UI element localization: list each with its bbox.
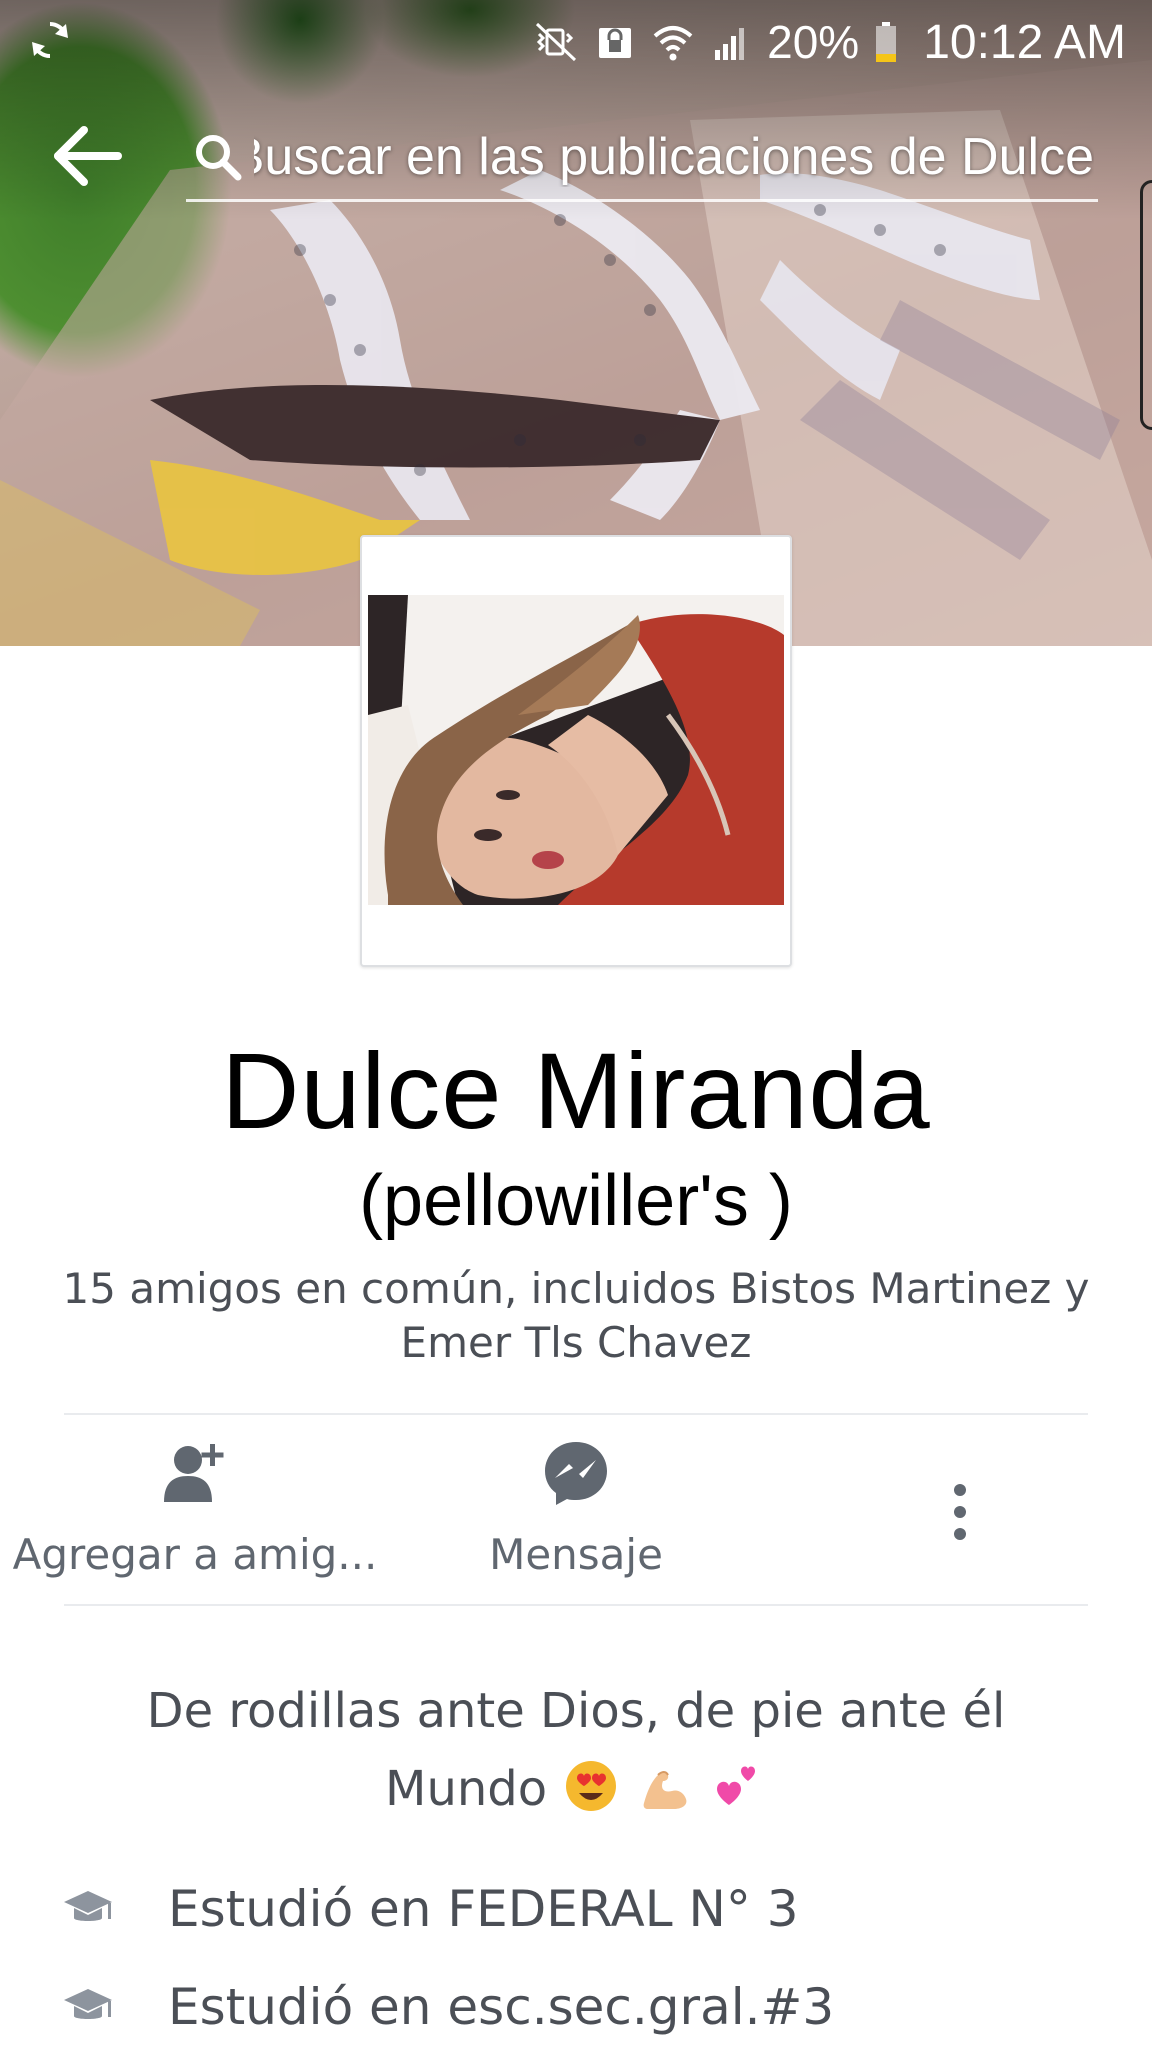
education-row[interactable]: Estudió en esc.sec.gral.#3 [62,1972,834,2042]
profile-bio: De rodillas ante Dios, de pie ante él Mu… [100,1672,1052,1828]
profile-name: Dulce Miranda [221,1030,931,1151]
divider-top [64,1413,1088,1415]
graduation-cap-icon [64,1891,112,1921]
scroll-edge-indicator [1140,180,1152,430]
signal-icon [715,28,745,60]
message-button[interactable]: Mensaje [440,1438,712,1598]
two-hearts-emoji [716,1766,755,1805]
bio-line-2: Mundo [100,1750,1052,1828]
heart-eyes-emoji [566,1761,617,1811]
messenger-icon [545,1442,607,1505]
profile-picture[interactable] [360,535,792,967]
search-placeholder: Buscar en las publicaciones de Dulce [254,127,1094,186]
search-header: Buscar en las publicaciones de Dulce [0,100,1152,212]
search-input[interactable]: Buscar en las publicaciones de Dulce [186,114,1098,202]
clock: 10:12 AM [923,15,1126,69]
battery-percentage: 20% [767,16,860,68]
profile-alternate-name: (pellowiller's ) [359,1161,793,1241]
arrow-left-icon [54,126,122,186]
add-friend-icon [164,1444,224,1502]
lock-icon [599,28,632,58]
battery-icon [876,22,897,62]
add-friend-button[interactable]: Agregar a amig... [10,1438,380,1598]
back-button[interactable] [48,122,128,190]
message-label: Mensaje [489,1530,663,1579]
bio-line-1: De rodillas ante Dios, de pie ante él [146,1683,1006,1739]
profile-photo-illustration [368,595,784,905]
education-row[interactable]: Estudió en FEDERAL N° 3 [62,1874,799,1944]
bio-line-2-text: Mundo [385,1761,548,1817]
flexed-biceps-emoji [643,1771,687,1809]
wifi-icon [653,26,693,61]
mute-vibrate-icon [536,22,577,62]
profile-photo [368,595,784,905]
search-icon [196,134,242,180]
education-text: Estudió en esc.sec.gral.#3 [168,1978,835,2036]
profile-screen: 20% 10:12 AM Buscar en las publicaciones… [0,0,1152,2048]
status-right: 20% 10:12 AM [535,12,1126,72]
education-text: Estudió en FEDERAL N° 3 [168,1880,799,1938]
status-bar: 20% 10:12 AM [0,0,1152,84]
mutual-friends[interactable]: 15 amigos en común, incluidos Bistos Mar… [60,1262,1092,1370]
divider-bottom [64,1604,1088,1606]
add-friend-label: Agregar a amig... [12,1530,378,1579]
more-vertical-icon [954,1484,966,1540]
graduation-cap-icon [64,1989,112,2019]
sync-icon [32,21,68,59]
more-options-button[interactable] [940,1480,980,1550]
